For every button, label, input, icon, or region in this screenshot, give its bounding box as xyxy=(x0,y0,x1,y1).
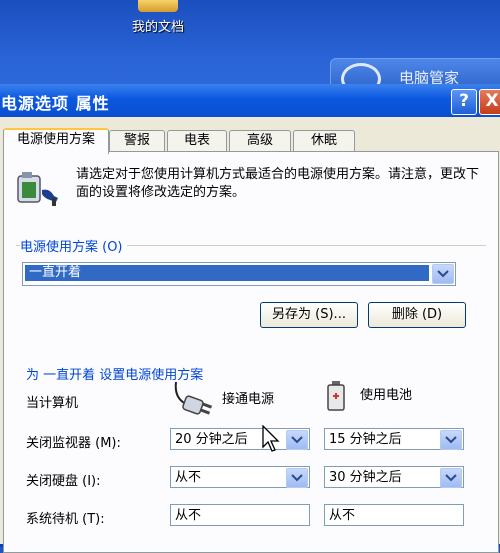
my-documents-shortcut[interactable]: 我的文档 xyxy=(118,0,198,35)
monitor-off-ac-value: 20 分钟之后 xyxy=(175,432,248,447)
folder-icon xyxy=(138,0,178,12)
power-options-dialog: 电源选项 属性 ? X 电源使用方案 警报 电表 高级 休眠 请选定对于您使用计… xyxy=(0,84,500,553)
scheme-group-label: 电源使用方案 (O) xyxy=(20,236,127,255)
monitor-off-dc-value: 15 分钟之后 xyxy=(329,432,402,447)
harddisk-off-dc-select[interactable]: 30 分钟之后 xyxy=(324,466,464,488)
chevron-down-icon xyxy=(445,474,457,482)
plug-icon xyxy=(174,381,213,415)
power-scheme-select[interactable]: 一直开着 xyxy=(22,262,456,286)
mouse-cursor-icon xyxy=(262,425,280,452)
chevron-down-icon xyxy=(291,474,303,482)
window-title: 电源选项 属性 xyxy=(1,94,110,113)
monitor-off-ac-select[interactable]: 20 分钟之后 xyxy=(170,428,310,450)
monitor-off-dc-dropdown[interactable] xyxy=(440,430,462,450)
chevron-down-icon xyxy=(291,436,303,444)
tab-hibernate[interactable]: 休眠 xyxy=(293,130,355,151)
harddisk-off-ac-select[interactable]: 从不 xyxy=(170,466,310,488)
harddisk-off-dc-value: 30 分钟之后 xyxy=(329,470,402,485)
monitor-off-label: 关闭监视器 (M): xyxy=(26,436,121,451)
harddisk-off-dc-dropdown[interactable] xyxy=(440,468,462,488)
power-scheme-icon xyxy=(17,172,58,206)
scheme-selected-value: 一直开着 xyxy=(25,265,429,281)
tab-power-schemes[interactable]: 电源使用方案 xyxy=(3,128,109,154)
tab-alarms[interactable]: 警报 xyxy=(109,130,165,151)
harddisk-off-ac-value: 从不 xyxy=(175,470,202,485)
chevron-down-icon xyxy=(437,270,449,278)
tab-advanced[interactable]: 高级 xyxy=(229,130,291,151)
standby-ac-select[interactable]: 从不 xyxy=(170,504,310,526)
standby-ac-value: 从不 xyxy=(175,508,202,523)
harddisk-off-ac-dropdown[interactable] xyxy=(286,468,308,488)
battery-icon xyxy=(327,381,345,411)
delete-button[interactable]: 删除 (D) xyxy=(368,302,466,328)
chevron-down-icon xyxy=(445,436,457,444)
my-documents-label: 我的文档 xyxy=(131,20,184,35)
tab-power-meter[interactable]: 电表 xyxy=(167,130,227,151)
scheme-dropdown-button[interactable] xyxy=(432,264,454,284)
monitor-off-ac-dropdown[interactable] xyxy=(286,430,308,450)
scheme-description: 请选定对于您使用计算机方式最适合的电源使用方案。请注意，更改下面的设置将修改选定… xyxy=(76,167,480,200)
harddisk-off-label: 关闭硬盘 (I): xyxy=(26,474,101,489)
plugged-in-header: 接通电源 xyxy=(222,392,275,407)
save-as-button[interactable]: 另存为 (S)... xyxy=(260,302,358,328)
title-bar[interactable]: 电源选项 属性 ? X xyxy=(0,84,500,117)
monitor-off-dc-select[interactable]: 15 分钟之后 xyxy=(324,428,464,450)
standby-label: 系统待机 (T): xyxy=(26,512,105,527)
tab-panel: 请选定对于您使用计算机方式最适合的电源使用方案。请注意，更改下面的设置将修改选定… xyxy=(3,151,499,553)
standby-dc-value: 从不 xyxy=(329,508,356,523)
battery-header: 使用电池 xyxy=(360,388,413,403)
standby-dc-select[interactable]: 从不 xyxy=(324,504,464,526)
help-button[interactable]: ? xyxy=(451,89,477,115)
close-button[interactable]: X xyxy=(479,89,500,115)
computer-label: 当计算机 xyxy=(26,396,79,411)
